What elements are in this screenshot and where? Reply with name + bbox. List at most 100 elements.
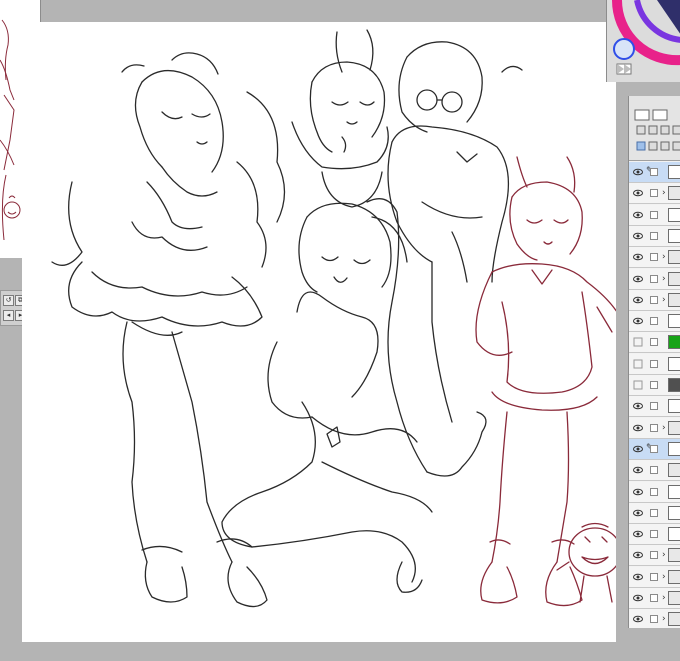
current-color-swatch[interactable]	[613, 38, 635, 60]
lock-checkbox[interactable]	[650, 530, 658, 539]
eye-icon[interactable]	[633, 316, 643, 326]
eye-icon[interactable]	[633, 508, 643, 518]
eye-hidden-icon[interactable]	[633, 380, 643, 390]
layer-row[interactable]: ›	[629, 183, 680, 205]
eye-icon[interactable]	[633, 252, 643, 262]
lock-checkbox[interactable]	[650, 551, 658, 560]
lock-checkbox[interactable]	[650, 572, 658, 581]
lock-checkbox[interactable]	[650, 444, 658, 453]
layer-row[interactable]: ›	[629, 289, 680, 311]
lock-checkbox[interactable]	[650, 487, 658, 496]
folder-expand-icon[interactable]: ›	[662, 571, 666, 583]
layer-row[interactable]: ✎	[629, 438, 680, 460]
layer-row[interactable]	[629, 225, 680, 247]
lock-checkbox[interactable]	[650, 508, 658, 517]
layer-row[interactable]	[629, 311, 680, 333]
layer-panel[interactable]: ✎ › › › › › ✎ › › › ›	[628, 96, 680, 628]
layer-thumbnail	[668, 378, 680, 392]
lock-checkbox[interactable]	[650, 168, 658, 176]
lock-checkbox[interactable]	[650, 210, 658, 219]
layer-row[interactable]: ›	[629, 247, 680, 269]
layer-thumbnail	[668, 207, 680, 222]
folder-expand-icon[interactable]: ›	[662, 549, 666, 561]
eye-icon[interactable]	[633, 444, 643, 454]
eye-icon[interactable]	[633, 401, 643, 411]
layer-row[interactable]	[629, 396, 680, 418]
lock-checkbox[interactable]	[650, 189, 658, 198]
lock-checkbox[interactable]	[650, 359, 658, 368]
layer-toolbar	[629, 96, 680, 161]
layer-row[interactable]	[629, 375, 680, 396]
layer-row[interactable]	[629, 481, 680, 503]
eye-icon[interactable]	[633, 167, 643, 177]
layer-thumbnail	[668, 569, 680, 584]
lock-checkbox[interactable]	[650, 402, 658, 411]
layer-row[interactable]	[629, 353, 680, 375]
lock-checkbox[interactable]	[650, 381, 658, 389]
layer-thumbnail	[668, 612, 680, 627]
lock-checkbox[interactable]	[650, 594, 658, 602]
folder-expand-icon[interactable]: ›	[662, 187, 666, 199]
layer-row[interactable]: ›	[629, 609, 680, 628]
layer-row[interactable]: ›	[629, 268, 680, 290]
layer-row[interactable]	[629, 460, 680, 482]
layer-row[interactable]: ›	[629, 566, 680, 588]
drawing-canvas[interactable]	[22, 22, 616, 642]
rotate-left-icon[interactable]: ↺	[3, 295, 14, 306]
layer-thumbnail	[668, 335, 680, 350]
eye-icon[interactable]	[633, 188, 643, 198]
layer-thumbnail	[668, 186, 680, 201]
eye-icon[interactable]	[633, 529, 643, 539]
lock-checkbox[interactable]	[650, 295, 658, 304]
layer-thumbnail	[668, 250, 680, 265]
layer-row[interactable]: ›	[629, 545, 680, 567]
folder-expand-icon[interactable]: ›	[662, 294, 666, 306]
layer-thumbnail	[668, 484, 680, 499]
character-lineart-sketch	[51, 29, 616, 608]
layer-row[interactable]	[629, 524, 680, 546]
layer-thumbnail	[668, 314, 680, 329]
eye-icon[interactable]	[633, 614, 643, 624]
eye-icon[interactable]	[633, 487, 643, 497]
lock-checkbox[interactable]	[650, 615, 658, 624]
eye-hidden-icon[interactable]	[633, 337, 643, 347]
color-wheel[interactable]	[607, 0, 680, 82]
eye-icon[interactable]	[633, 465, 643, 475]
eye-icon[interactable]	[633, 423, 643, 433]
lock-checkbox[interactable]	[650, 423, 658, 432]
eye-icon[interactable]	[633, 295, 643, 305]
layer-thumbnail	[668, 420, 680, 435]
folder-expand-icon[interactable]: ›	[662, 613, 666, 625]
layer-thumbnail	[668, 165, 680, 179]
eye-icon[interactable]	[633, 231, 643, 241]
folder-expand-icon[interactable]: ›	[662, 273, 666, 285]
lock-checkbox[interactable]	[650, 253, 658, 262]
layer-thumbnail	[668, 356, 680, 371]
lock-checkbox[interactable]	[650, 231, 658, 240]
layer-row[interactable]	[629, 502, 680, 524]
eye-icon[interactable]	[633, 210, 643, 220]
layer-thumbnail	[668, 271, 680, 286]
folder-expand-icon[interactable]: ›	[662, 592, 666, 604]
layer-thumbnail	[668, 548, 680, 563]
layer-thumbnail	[668, 228, 680, 243]
flip-horizontal-icon[interactable]: ◂	[3, 310, 14, 321]
layer-thumbnail	[668, 527, 680, 542]
lock-checkbox[interactable]	[650, 274, 658, 283]
folder-expand-icon[interactable]: ›	[662, 251, 666, 263]
eye-icon[interactable]	[633, 572, 643, 582]
lock-checkbox[interactable]	[650, 466, 658, 475]
layer-row[interactable]	[629, 332, 680, 354]
layer-row[interactable]: ›	[629, 417, 680, 439]
color-wheel-panel[interactable]	[606, 0, 680, 82]
eye-icon[interactable]	[633, 274, 643, 284]
eye-hidden-icon[interactable]	[633, 359, 643, 369]
layer-row[interactable]	[629, 204, 680, 226]
lock-checkbox[interactable]	[650, 338, 658, 347]
lock-checkbox[interactable]	[650, 317, 658, 326]
eye-icon[interactable]	[633, 550, 643, 560]
layer-row[interactable]: ✎	[629, 162, 680, 183]
layer-row[interactable]: ›	[629, 588, 680, 609]
eye-icon[interactable]	[633, 593, 643, 603]
folder-expand-icon[interactable]: ›	[662, 422, 666, 434]
